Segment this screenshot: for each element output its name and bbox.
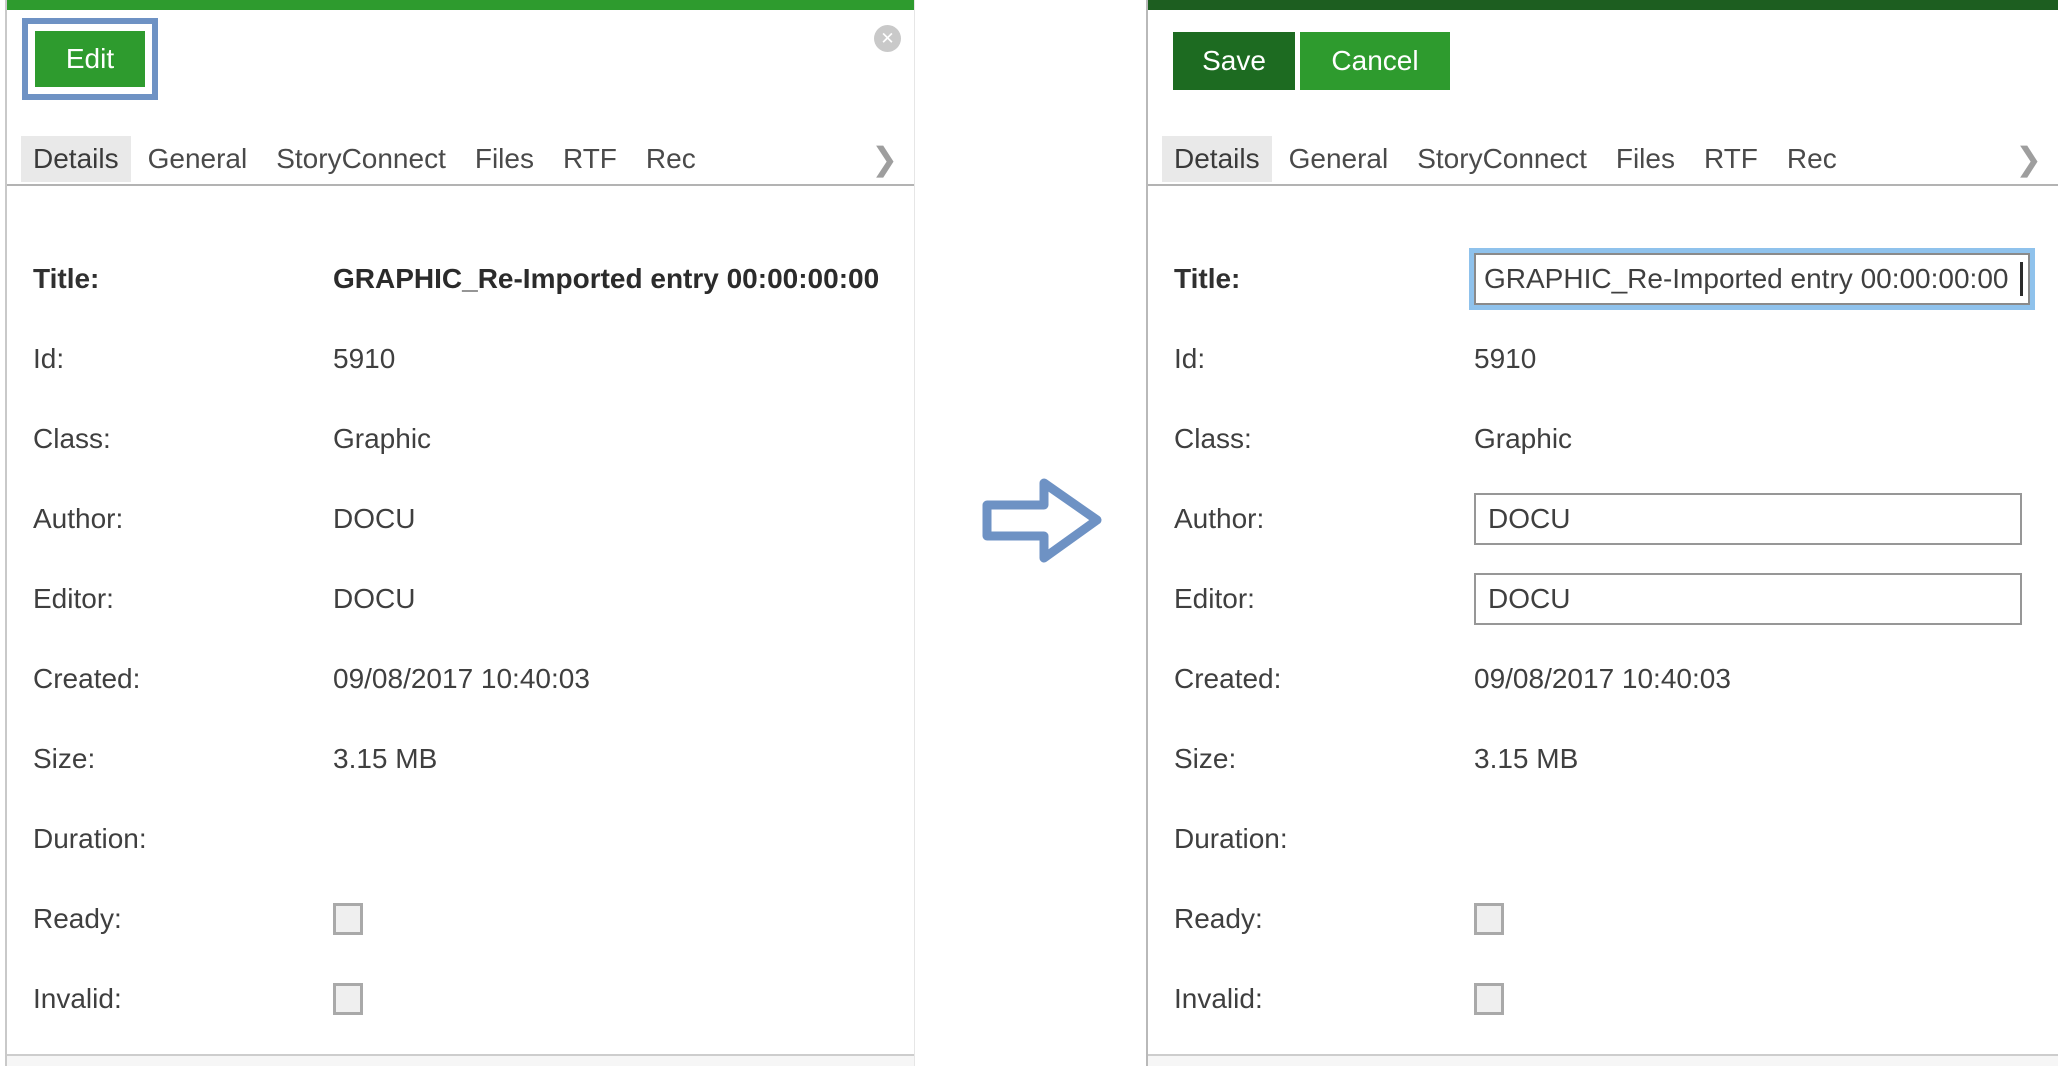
field-label: Title: [1174,263,1474,295]
field-row-editor: Editor: [1148,559,2058,639]
field-row-id: Id: 5910 [1148,319,2058,399]
field-label: Ready: [1174,903,1474,935]
panel-bottom-edge [1148,1054,2058,1066]
created-value: 09/08/2017 10:40:03 [333,663,590,695]
tab-rec[interactable]: Rec [1775,136,1849,182]
title-input[interactable] [1474,253,2030,305]
chevron-right-icon[interactable]: ❯ [2015,140,2042,178]
close-icon[interactable]: ✕ [874,25,901,52]
panel-accent-bar [7,0,914,10]
tab-bar: Details General StoryConnect Files RTF R… [7,133,914,186]
cancel-button[interactable]: Cancel [1300,32,1450,90]
edit-button[interactable]: Edit [35,31,145,87]
field-row-size: Size: 3.15 MB [7,719,914,799]
tab-storyconnect[interactable]: StoryConnect [264,136,458,182]
field-row-created: Created: 09/08/2017 10:40:03 [7,639,914,719]
field-row-size: Size: 3.15 MB [1148,719,2058,799]
tab-general[interactable]: General [1277,136,1401,182]
tab-details[interactable]: Details [1162,136,1272,182]
save-button[interactable]: Save [1173,32,1295,90]
edit-button-highlight-frame: Edit [22,18,158,100]
field-label: Title: [33,263,333,295]
tab-files[interactable]: Files [1604,136,1687,182]
field-row-id: Id: 5910 [7,319,914,399]
field-row-editor: Editor: DOCU [7,559,914,639]
size-value: 3.15 MB [333,743,437,775]
tab-bar: Details General StoryConnect Files RTF R… [1148,133,2058,186]
field-label: Author: [33,503,333,535]
ready-checkbox[interactable] [1474,903,1504,935]
id-value: 5910 [1474,343,1536,375]
field-row-title: Title: [1148,239,2058,319]
field-label: Id: [1174,343,1474,375]
id-value: 5910 [333,343,395,375]
field-label: Duration: [33,823,333,855]
field-row-author: Author: [1148,479,2058,559]
field-row-class: Class: Graphic [7,399,914,479]
field-label: Size: [1174,743,1474,775]
field-row-invalid: Invalid: [7,959,914,1039]
tab-storyconnect[interactable]: StoryConnect [1405,136,1599,182]
tab-rtf[interactable]: RTF [1692,136,1770,182]
field-label: Ready: [33,903,333,935]
author-input[interactable] [1474,493,2022,545]
field-label: Class: [1174,423,1474,455]
panel-bottom-edge [7,1054,914,1066]
tab-files[interactable]: Files [463,136,546,182]
field-row-duration: Duration: [1148,799,2058,879]
toolbar: Edit ✕ [7,10,914,133]
tab-general[interactable]: General [136,136,260,182]
details-panel-view-mode: Edit ✕ Details General StoryConnect File… [5,0,915,1066]
field-label: Created: [33,663,333,695]
editor-input[interactable] [1474,573,2022,625]
field-label: Id: [33,343,333,375]
field-list: Title: Id: 5910 Class: Graphic Author: E… [1148,186,2058,1039]
field-row-ready: Ready: [7,879,914,959]
save-cancel-group: Save Cancel [1173,32,1450,90]
field-label: Size: [33,743,333,775]
ready-checkbox[interactable] [333,903,363,935]
tab-details[interactable]: Details [21,136,131,182]
field-label: Editor: [1174,583,1474,615]
field-row-title: Title: GRAPHIC_Re-Imported entry 00:00:0… [7,239,914,319]
field-row-class: Class: Graphic [1148,399,2058,479]
field-label: Author: [1174,503,1474,535]
title-value: GRAPHIC_Re-Imported entry 00:00:00:00 [333,263,879,295]
size-value: 3.15 MB [1474,743,1578,775]
invalid-checkbox[interactable] [1474,983,1504,1015]
panel-accent-bar [1148,0,2058,10]
tab-rtf[interactable]: RTF [551,136,629,182]
tab-rec[interactable]: Rec [634,136,708,182]
field-row-invalid: Invalid: [1148,959,2058,1039]
title-input-wrap [1474,253,2030,305]
created-value: 09/08/2017 10:40:03 [1474,663,1731,695]
class-value: Graphic [1474,423,1572,455]
editor-value: DOCU [333,583,415,615]
field-row-author: Author: DOCU [7,479,914,559]
field-label: Editor: [33,583,333,615]
field-label: Invalid: [1174,983,1474,1015]
field-label: Duration: [1174,823,1474,855]
chevron-right-icon[interactable]: ❯ [871,140,898,178]
toolbar: Save Cancel [1148,10,2058,133]
author-value: DOCU [333,503,415,535]
field-row-created: Created: 09/08/2017 10:40:03 [1148,639,2058,719]
invalid-checkbox[interactable] [333,983,363,1015]
field-row-ready: Ready: [1148,879,2058,959]
class-value: Graphic [333,423,431,455]
details-panel-edit-mode: Save Cancel Details General StoryConnect… [1146,0,2058,1066]
field-label: Created: [1174,663,1474,695]
field-row-duration: Duration: [7,799,914,879]
field-label: Invalid: [33,983,333,1015]
field-list: Title: GRAPHIC_Re-Imported entry 00:00:0… [7,186,914,1039]
text-cursor [2020,262,2023,296]
field-label: Class: [33,423,333,455]
transition-arrow-icon [980,477,1104,565]
